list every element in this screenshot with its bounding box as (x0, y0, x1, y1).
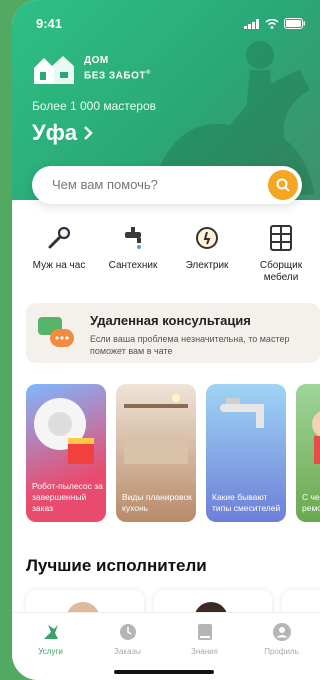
masters-count: Более 1 000 мастеров (32, 99, 157, 113)
brand-name: ДОМ БЕЗ ЗАБОТ® (84, 55, 151, 82)
wifi-icon (265, 18, 279, 29)
story-card[interactable]: С чего начать ремонт ква (296, 384, 320, 522)
power-socket-icon (191, 222, 223, 254)
consultation-description: Если ваша проблема незначительна, то мас… (90, 334, 290, 356)
search-icon (276, 178, 290, 192)
story-card[interactable]: Робот-пылесос за завершенный заказ (26, 384, 106, 522)
tab-label: Профиль (264, 647, 299, 656)
renovation-image (312, 411, 320, 464)
city-name: Уфа (32, 120, 78, 145)
service-plumber[interactable]: Сантехник (96, 222, 170, 284)
story-text: Какие бывают типы смесителей (212, 492, 281, 513)
profile-icon (271, 621, 293, 643)
registered-mark: ® (145, 70, 151, 77)
tab-label: Знания (191, 647, 218, 656)
home-indicator (114, 670, 214, 674)
kitchen-image (124, 394, 188, 464)
tab-profile[interactable]: Профиль (252, 621, 312, 680)
search-bar[interactable]: Чем вам помочь? (32, 166, 302, 204)
tab-label: Услуги (38, 647, 63, 656)
city-selector[interactable]: Уфа (32, 120, 93, 146)
service-label: Сборщик мебели (259, 260, 303, 283)
search-input[interactable]: Чем вам помочь? (52, 177, 158, 192)
brand-logo: ДОМ БЕЗ ЗАБОТ® (32, 52, 151, 86)
services-icon (40, 621, 62, 643)
status-icons (244, 18, 306, 29)
service-label: Муж на час (32, 260, 86, 271)
faucet-icon (117, 222, 149, 254)
search-button[interactable] (268, 170, 298, 200)
chevron-right-icon (84, 126, 93, 140)
clock-icon (117, 621, 139, 643)
battery-icon (284, 18, 305, 29)
chat-bubbles-icon (38, 317, 74, 347)
app-screen: 9:41 ДОМ БЕЗ ЗАБОТ® Более 1 000 мастеров… (12, 0, 320, 680)
faucet-image (220, 398, 264, 428)
story-text: Робот-пылесос за завершенный заказ (32, 481, 103, 513)
story-text: С чего начать ремонт ква (302, 492, 320, 513)
story-text: Виды планировок кухонь (122, 492, 192, 513)
house-logo-icon (34, 56, 74, 84)
best-performers-title: Лучшие исполнители (26, 556, 207, 575)
service-handyman[interactable]: Муж на час (22, 222, 96, 284)
remote-consultation-card[interactable]: Удаленная консультация Если ваша проблем… (26, 303, 320, 363)
story-card[interactable]: Какие бывают типы смесителей (206, 384, 286, 522)
story-card[interactable]: Виды планировок кухонь (116, 384, 196, 522)
status-time: 9:41 (36, 16, 63, 31)
stories-carousel: Робот-пылесос за завершенный заказ Виды … (26, 384, 320, 522)
wrench-icon (43, 222, 75, 254)
service-label: Сантехник (108, 260, 158, 271)
consultation-title: Удаленная консультация (90, 313, 251, 328)
robot-vacuum-image (34, 398, 94, 464)
tab-services[interactable]: Услуги (21, 621, 81, 680)
service-electrician[interactable]: Электрик (170, 222, 244, 284)
service-categories: Муж на час Сантехник Электрик Сборщик ме… (22, 222, 318, 284)
signal-icon (244, 18, 259, 29)
brand-line-2: БЕЗ ЗАБОТ (84, 70, 146, 82)
book-icon (194, 621, 216, 643)
brand-line-1: ДОМ (84, 55, 109, 67)
tab-label: Заказы (114, 647, 141, 656)
service-furniture-assembler[interactable]: Сборщик мебели (244, 222, 318, 284)
furniture-icon (265, 222, 297, 254)
service-label: Электрик (185, 260, 229, 271)
